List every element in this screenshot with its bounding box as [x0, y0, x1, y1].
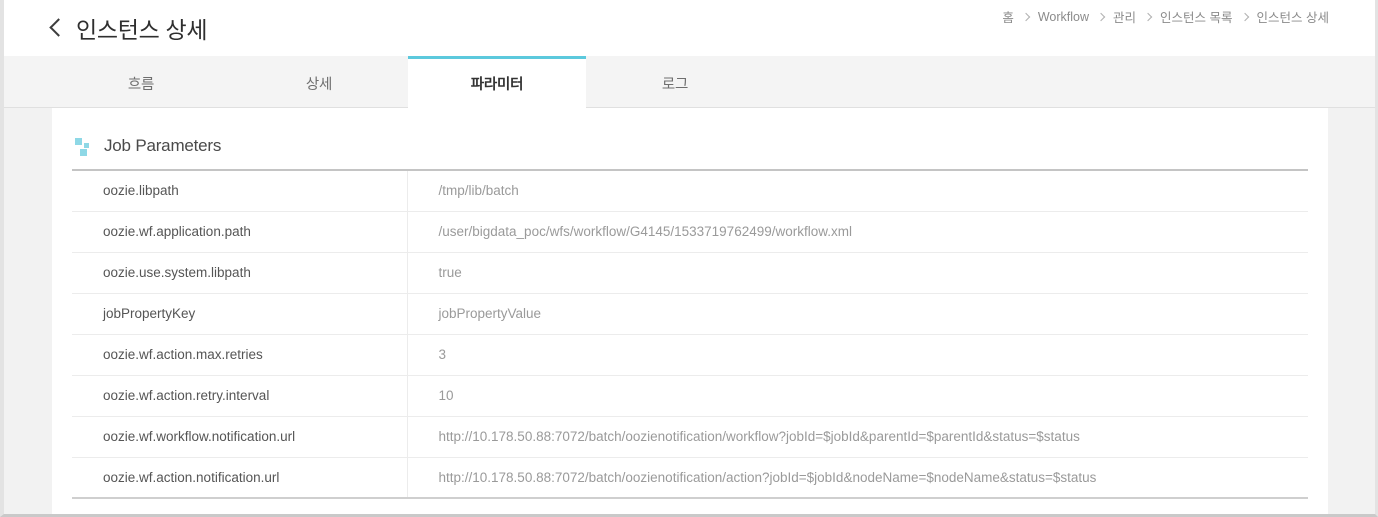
- chevron-right-icon: [1096, 12, 1106, 21]
- tab-detail[interactable]: 상세: [230, 56, 408, 107]
- parameters-panel: Job Parameters oozie.libpath /tmp/lib/ba…: [52, 108, 1328, 514]
- page-title: 인스턴스 상세: [76, 17, 208, 43]
- param-value: /user/bigdata_poc/wfs/workflow/G4145/153…: [407, 211, 1308, 253]
- table-row: oozie.use.system.libpath true: [72, 252, 1308, 294]
- breadcrumb-item-instance-list[interactable]: 인스턴스 목록: [1160, 7, 1232, 26]
- param-key: oozie.use.system.libpath: [72, 252, 408, 294]
- blocks-icon: [75, 137, 91, 156]
- breadcrumb-item-home[interactable]: 홈: [1002, 7, 1014, 26]
- param-key: oozie.wf.action.retry.interval: [72, 375, 408, 417]
- param-key: oozie.wf.application.path: [72, 211, 408, 253]
- param-key: oozie.wf.workflow.notification.url: [72, 416, 408, 458]
- table-row: oozie.wf.action.max.retries 3: [72, 334, 1308, 376]
- chevron-right-icon: [1021, 12, 1031, 21]
- breadcrumb: 홈 Workflow 관리 인스턴스 목록 인스턴스 상세: [1002, 7, 1329, 26]
- chevron-left-icon[interactable]: [48, 15, 66, 41]
- table-row: oozie.wf.workflow.notification.url http:…: [72, 416, 1308, 458]
- tab-bar: 흐름 상세 파라미터 로그: [4, 56, 1375, 108]
- section-header: Job Parameters: [52, 108, 1328, 160]
- section-title: Job Parameters: [104, 136, 222, 155]
- param-value: /tmp/lib/batch: [407, 170, 1308, 212]
- instance-detail-page: 인스턴스 상세 홈 Workflow 관리 인스턴스 목록 인스턴스 상세 흐름…: [0, 0, 1378, 517]
- tab-parameters[interactable]: 파라미터: [408, 56, 586, 108]
- breadcrumb-item-manage[interactable]: 관리: [1113, 7, 1136, 26]
- param-key: oozie.wf.action.max.retries: [72, 334, 408, 376]
- param-value: http://10.178.50.88:7072/batch/oozienoti…: [407, 416, 1308, 458]
- breadcrumb-item-workflow[interactable]: Workflow: [1038, 10, 1089, 24]
- chevron-right-icon: [1240, 12, 1249, 21]
- page-header: 인스턴스 상세 홈 Workflow 관리 인스턴스 목록 인스턴스 상세: [4, 0, 1375, 56]
- job-parameters-table: oozie.libpath /tmp/lib/batch oozie.wf.ap…: [72, 169, 1308, 499]
- param-value: 3: [407, 334, 1308, 376]
- param-value: 10: [407, 375, 1308, 417]
- tab-log[interactable]: 로그: [586, 56, 764, 107]
- tab-flow[interactable]: 흐름: [52, 56, 230, 107]
- param-value: http://10.178.50.88:7072/batch/oozienoti…: [407, 457, 1308, 499]
- table-row: oozie.wf.action.retry.interval 10: [72, 375, 1308, 417]
- chevron-right-icon: [1143, 12, 1153, 21]
- page-body: Job Parameters oozie.libpath /tmp/lib/ba…: [4, 108, 1375, 514]
- breadcrumb-item-instance-detail[interactable]: 인스턴스 상세: [1257, 7, 1329, 26]
- table-row: oozie.libpath /tmp/lib/batch: [72, 170, 1308, 212]
- param-key: oozie.wf.action.notification.url: [72, 457, 408, 499]
- param-key: jobPropertyKey: [72, 293, 408, 335]
- table-row: oozie.wf.action.notification.url http://…: [72, 457, 1308, 499]
- param-value: jobPropertyValue: [407, 293, 1308, 335]
- left-gutter: [4, 108, 52, 514]
- table-row: oozie.wf.application.path /user/bigdata_…: [72, 211, 1308, 253]
- param-key: oozie.libpath: [72, 170, 408, 212]
- table-row: jobPropertyKey jobPropertyValue: [72, 293, 1308, 335]
- param-value: true: [407, 252, 1308, 294]
